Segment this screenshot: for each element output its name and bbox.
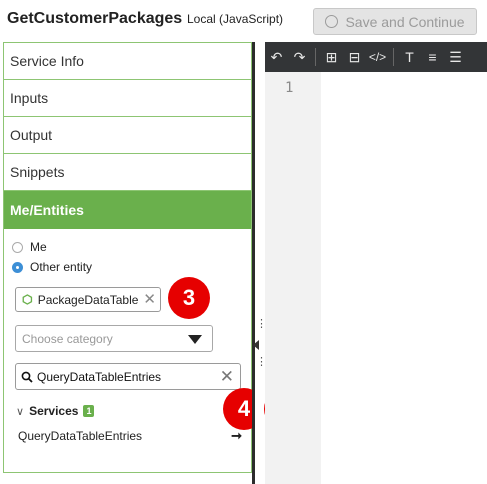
category-placeholder: Choose category [22,331,113,346]
toolbar-divider [315,48,316,66]
toolbar-divider [393,48,394,66]
comment-icon[interactable]: ⊟ [343,49,366,66]
code-icon[interactable]: </> [366,50,389,64]
nav-item-me-entities[interactable]: Me/Entities [4,191,251,229]
save-and-continue-button[interactable]: Save and Continue [313,8,477,35]
services-label: Services [29,404,79,418]
nav-item-output[interactable]: Output [4,117,251,154]
save-button-label: Save and Continue [345,13,465,30]
clear-search-icon[interactable]: ✕ [220,368,234,385]
arrow-right-icon[interactable]: ➞ [231,428,242,444]
redo-icon[interactable]: ↷ [288,49,311,66]
indent-icon[interactable]: ☰ [444,49,467,66]
service-item-label: QueryDataTableEntries [18,429,143,443]
language-label: Local (JavaScript) [187,12,284,26]
splitter-gap [255,42,264,484]
search-icon [21,371,33,383]
callout-badge-3: 3 [168,277,210,319]
entity-selector[interactable]: PackageDataTable ✕ [15,287,161,312]
undo-icon[interactable]: ↶ [265,49,288,66]
nav-item-service-info[interactable]: Service Info [4,43,251,80]
circle-icon [325,15,339,28]
search-value: QueryDataTableEntries [37,369,162,384]
radio-me[interactable] [12,241,23,253]
hexagon-icon [22,294,33,305]
page-title: GetCustomerPackages [7,10,183,27]
left-panel: Service Info Inputs Output Snippets Me/E… [3,42,252,473]
editor-toolbar: ↶ ↷ ⊞ ⊟ </> T ≡ ☰ [265,42,487,72]
dropdown-arrow-icon [188,335,202,344]
radio-me-label: Me [30,240,47,254]
radio-other-entity[interactable] [12,261,23,273]
category-select[interactable]: Choose category [15,325,213,352]
align-icon[interactable]: ≡ [421,49,444,65]
nav-item-snippets[interactable]: Snippets [4,154,251,191]
nav-item-inputs[interactable]: Inputs [4,80,251,117]
insert-snippet-icon[interactable]: ⊞ [320,49,343,66]
entity-chip-label: PackageDataTable [37,292,139,307]
drag-handle-icon[interactable]: ⋮ [256,319,267,330]
services-count-badge: 1 [83,405,95,417]
collapse-arrow-icon[interactable] [253,340,259,350]
text-size-icon[interactable]: T [398,49,421,65]
services-group-header[interactable]: ∨ Services 1 [16,404,95,418]
line-number-gutter [265,72,321,484]
radio-me-option[interactable]: Me [12,240,47,254]
chevron-down-icon: ∨ [16,405,25,418]
service-list-item[interactable]: QueryDataTableEntries ➞ [18,428,242,444]
radio-other-entity-label: Other entity [30,260,93,274]
line-number: 1 [285,80,294,96]
clear-entity-icon[interactable]: ✕ [143,292,156,307]
code-editor[interactable] [321,72,487,484]
service-search-input[interactable]: QueryDataTableEntries ✕ [15,363,241,390]
radio-other-entity-option[interactable]: Other entity [12,260,92,274]
drag-handle-lower-icon[interactable]: ⋮ [256,357,267,368]
